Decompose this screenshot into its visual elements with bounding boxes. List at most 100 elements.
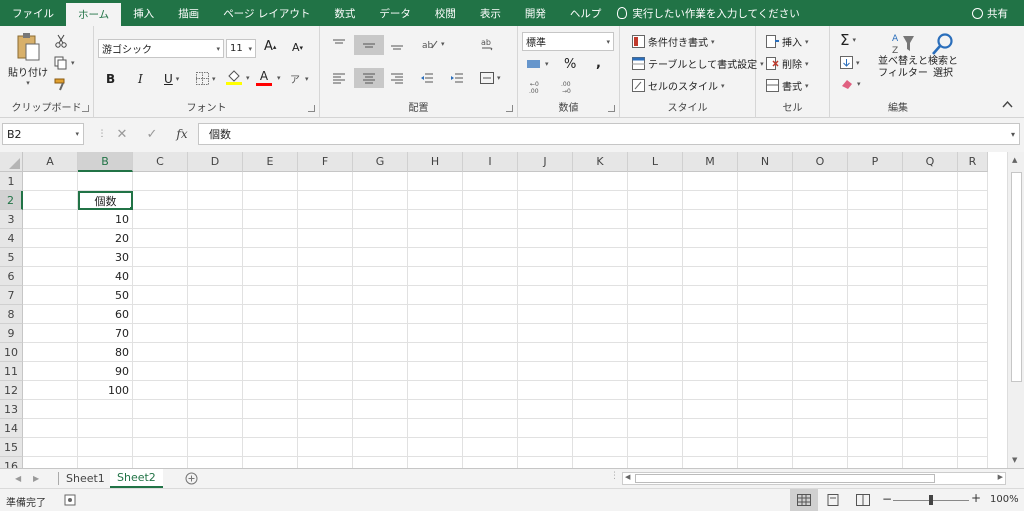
cell-c13[interactable] xyxy=(133,400,188,419)
cell-f1[interactable] xyxy=(298,172,353,191)
tab-home[interactable]: ホーム xyxy=(66,3,122,26)
cell-q16[interactable] xyxy=(903,457,958,468)
cell-c2[interactable] xyxy=(133,191,188,210)
cell-k4[interactable] xyxy=(573,229,628,248)
cell-j14[interactable] xyxy=(518,419,573,438)
cell-b8[interactable]: 60 xyxy=(78,305,133,324)
cell-o15[interactable] xyxy=(793,438,848,457)
cell-b6[interactable]: 40 xyxy=(78,267,133,286)
cell-c12[interactable] xyxy=(133,381,188,400)
row-header-14[interactable]: 14 xyxy=(0,419,23,438)
row-header-6[interactable]: 6 xyxy=(0,267,23,286)
sort-filter-button[interactable]: AZ 並べ替えと フィルター xyxy=(878,32,928,80)
cell-l3[interactable] xyxy=(628,210,683,229)
cell-l1[interactable] xyxy=(628,172,683,191)
cell-r16[interactable] xyxy=(958,457,988,468)
decrease-decimal-button[interactable]: .00 →0 xyxy=(560,80,578,94)
cell-o4[interactable] xyxy=(793,229,848,248)
column-header-b[interactable]: B xyxy=(78,152,133,172)
orientation-button[interactable]: ab ▾ xyxy=(422,38,445,50)
worksheet-grid[interactable]: ▲ ▼ A B C D E F G H I J K L M N O P Q R 1 2 個数 3 10 4 20 5 30 6 40 7 5… xyxy=(0,152,1024,468)
cell-n1[interactable] xyxy=(738,172,793,191)
cell-g15[interactable] xyxy=(353,438,408,457)
scroll-down-icon[interactable]: ▼ xyxy=(1012,456,1017,464)
cell-a13[interactable] xyxy=(23,400,78,419)
cell-q3[interactable] xyxy=(903,210,958,229)
cell-f2[interactable] xyxy=(298,191,353,210)
cell-d6[interactable] xyxy=(188,267,243,286)
collapse-ribbon-button[interactable] xyxy=(1002,100,1013,108)
column-header-h[interactable]: H xyxy=(408,152,463,172)
cell-k5[interactable] xyxy=(573,248,628,267)
cell-f16[interactable] xyxy=(298,457,353,468)
cell-e13[interactable] xyxy=(243,400,298,419)
vertical-scrollbar[interactable]: ▲ ▼ xyxy=(1007,152,1024,468)
increase-decimal-button[interactable]: ←0.00 xyxy=(528,80,546,94)
cell-m13[interactable] xyxy=(683,400,738,419)
cell-g1[interactable] xyxy=(353,172,408,191)
cell-o11[interactable] xyxy=(793,362,848,381)
cell-p15[interactable] xyxy=(848,438,903,457)
cell-d15[interactable] xyxy=(188,438,243,457)
cell-b16[interactable] xyxy=(78,457,133,468)
cell-g16[interactable] xyxy=(353,457,408,468)
name-box[interactable]: B2 ▾ xyxy=(2,123,84,145)
cell-j13[interactable] xyxy=(518,400,573,419)
cell-g3[interactable] xyxy=(353,210,408,229)
cell-q8[interactable] xyxy=(903,305,958,324)
font-color-button[interactable]: A xyxy=(256,69,272,86)
cell-f11[interactable] xyxy=(298,362,353,381)
cell-k2[interactable] xyxy=(573,191,628,210)
cell-q1[interactable] xyxy=(903,172,958,191)
cell-l5[interactable] xyxy=(628,248,683,267)
cell-d10[interactable] xyxy=(188,343,243,362)
cell-o1[interactable] xyxy=(793,172,848,191)
cell-l13[interactable] xyxy=(628,400,683,419)
row-header-12[interactable]: 12 xyxy=(0,381,23,400)
cell-d7[interactable] xyxy=(188,286,243,305)
cell-m6[interactable] xyxy=(683,267,738,286)
cell-m1[interactable] xyxy=(683,172,738,191)
column-header-l[interactable]: L xyxy=(628,152,683,172)
cell-o14[interactable] xyxy=(793,419,848,438)
format-as-table-button[interactable]: テーブルとして書式設定 ▾ xyxy=(632,56,764,71)
paste-button[interactable]: 貼り付け ▾ xyxy=(8,32,48,87)
normal-view-button[interactable] xyxy=(790,489,818,511)
cell-n10[interactable] xyxy=(738,343,793,362)
cell-g12[interactable] xyxy=(353,381,408,400)
row-header-15[interactable]: 15 xyxy=(0,438,23,457)
cell-p10[interactable] xyxy=(848,343,903,362)
cell-i6[interactable] xyxy=(463,267,518,286)
tab-developer[interactable]: 開発 xyxy=(513,0,558,26)
cell-f10[interactable] xyxy=(298,343,353,362)
cell-j8[interactable] xyxy=(518,305,573,324)
tell-me-box[interactable]: 実行したい作業を入力してください xyxy=(617,0,800,26)
cell-e12[interactable] xyxy=(243,381,298,400)
cell-f7[interactable] xyxy=(298,286,353,305)
cell-l16[interactable] xyxy=(628,457,683,468)
horizontal-scroll-thumb[interactable] xyxy=(635,474,935,483)
cell-styles-button[interactable]: セルのスタイル ▾ xyxy=(632,78,725,93)
fill-color-button[interactable] xyxy=(226,70,242,85)
cell-m3[interactable] xyxy=(683,210,738,229)
cell-j12[interactable] xyxy=(518,381,573,400)
cell-l15[interactable] xyxy=(628,438,683,457)
cell-j5[interactable] xyxy=(518,248,573,267)
cell-d2[interactable] xyxy=(188,191,243,210)
cell-l12[interactable] xyxy=(628,381,683,400)
cell-i5[interactable] xyxy=(463,248,518,267)
share-button[interactable]: 共有 xyxy=(972,0,1008,26)
cell-f9[interactable] xyxy=(298,324,353,343)
cell-i13[interactable] xyxy=(463,400,518,419)
cell-k6[interactable] xyxy=(573,267,628,286)
cell-m8[interactable] xyxy=(683,305,738,324)
cut-button[interactable] xyxy=(54,34,68,48)
cell-e3[interactable] xyxy=(243,210,298,229)
cell-g7[interactable] xyxy=(353,286,408,305)
underline-button[interactable]: U ▾ xyxy=(164,72,179,86)
cell-b9[interactable]: 70 xyxy=(78,324,133,343)
cell-p16[interactable] xyxy=(848,457,903,468)
cell-p13[interactable] xyxy=(848,400,903,419)
cell-a8[interactable] xyxy=(23,305,78,324)
cell-o6[interactable] xyxy=(793,267,848,286)
